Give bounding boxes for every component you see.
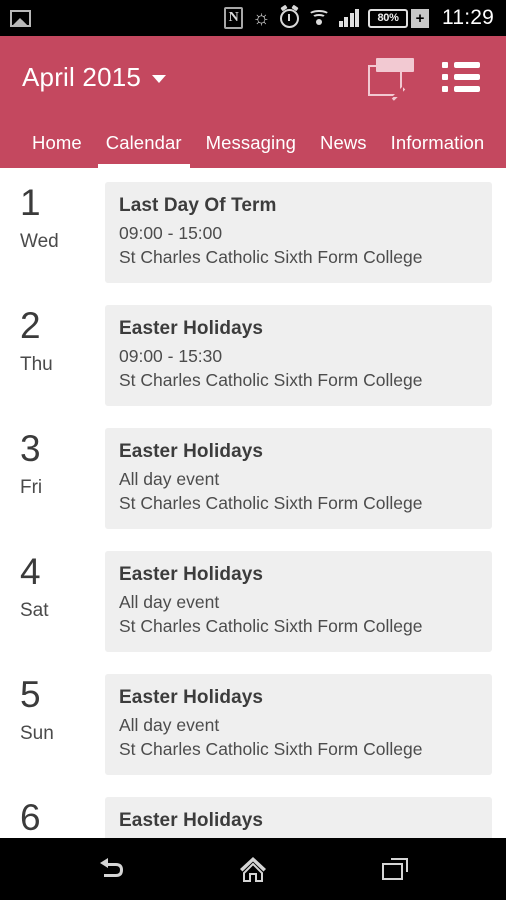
app-bar-actions [368,58,488,100]
event-title: Easter Holidays [119,318,264,339]
tab-information[interactable]: Information [379,132,497,168]
event-card[interactable]: Easter Holidays All day event St Charles… [105,797,492,838]
agenda-day-row: 5 Sun Easter Holidays All day event St C… [0,666,506,789]
event-time: All day event [119,592,220,612]
event-title: Easter Holidays [119,810,264,831]
recents-icon [382,858,408,880]
status-bar: N ☼ 80% + 11:29 [0,0,506,36]
event-time: All day event [119,715,220,735]
system-nav-bar [0,838,506,900]
date-weekday: Fri [20,476,43,498]
app-root: N ☼ 80% + 11:29 April 2015 Home Calendar… [0,0,506,900]
event-card[interactable]: Easter Holidays All day event St Charles… [105,674,492,775]
event-title: Easter Holidays [119,687,264,708]
date-weekday: Thu [20,353,53,375]
battery-charging-icon: + [411,8,429,28]
date-column: 3 Fri [0,420,105,497]
nfc-icon: N [224,7,244,29]
home-icon [240,857,266,882]
event-title: Easter Holidays [119,564,264,585]
recents-button[interactable] [363,847,427,891]
date-column: 5 Sun [0,666,105,743]
calendar-view-button[interactable] [368,58,414,100]
event-time: All day event [119,469,220,489]
event-location: St Charles Catholic Sixth Form College [119,247,423,267]
date-number: 1 [20,182,41,223]
page-title: April 2015 [22,61,142,92]
chevron-down-icon [152,75,167,83]
app-bar: April 2015 Home Calendar Messaging News … [0,36,506,168]
date-column: 2 Thu [0,297,105,374]
agenda-day-row: 3 Fri Easter Holidays All day event St C… [0,420,506,543]
back-button[interactable] [79,847,143,891]
app-bar-top: April 2015 [0,36,506,118]
back-arrow-icon [100,858,123,877]
tab-calendar[interactable]: Calendar [94,132,194,168]
date-number: 5 [20,674,41,715]
tab-home[interactable]: Home [20,132,94,168]
date-number: 2 [20,305,41,346]
agenda-day-row: 4 Sat Easter Holidays All day event St C… [0,543,506,666]
agenda-day-row: 2 Thu Easter Holidays 09:00 - 15:30 St C… [0,297,506,420]
event-card[interactable]: Easter Holidays 09:00 - 15:30 St Charles… [105,305,492,406]
event-card[interactable]: Easter Holidays All day event St Charles… [105,551,492,652]
event-location: St Charles Catholic Sixth Form College [119,739,423,759]
alarm-icon [279,8,299,28]
event-location: St Charles Catholic Sixth Form College [119,493,423,513]
date-number: 4 [20,551,41,592]
month-selector[interactable]: April 2015 [22,61,167,93]
date-weekday: Sun [20,722,54,744]
tab-bar: Home Calendar Messaging News Information [0,118,506,168]
event-card[interactable]: Last Day Of Term 09:00 - 15:00 St Charle… [105,182,492,283]
date-weekday: Wed [20,230,59,252]
date-column: 1 Wed [0,174,105,251]
date-column: 6 Mon [0,789,105,838]
list-view-button[interactable] [442,62,480,92]
date-number: 6 [20,797,41,838]
agenda-list[interactable]: 1 Wed Last Day Of Term 09:00 - 15:00 St … [0,168,506,838]
event-time: 09:00 - 15:00 [119,223,223,243]
battery-indicator: 80% + [368,8,429,28]
event-location: St Charles Catholic Sixth Form College [119,616,423,636]
tab-news[interactable]: News [308,132,379,168]
event-time: 09:00 - 15:30 [119,346,223,366]
home-button[interactable] [221,847,285,891]
event-title: Easter Holidays [119,441,264,462]
status-bar-right: N ☼ 80% + 11:29 [224,6,494,30]
status-bar-left [10,9,31,27]
date-number: 3 [20,428,41,469]
photo-icon [10,9,31,27]
event-title: Last Day Of Term [119,195,277,216]
wifi-icon [307,9,330,27]
agenda-day-row: 1 Wed Last Day Of Term 09:00 - 15:00 St … [0,174,506,297]
event-location: St Charles Catholic Sixth Form College [119,370,423,390]
status-bar-clock: 11:29 [442,6,494,29]
event-card[interactable]: Easter Holidays All day event St Charles… [105,428,492,529]
date-column: 4 Sat [0,543,105,620]
date-weekday: Sat [20,599,49,621]
bluetooth-icon: ☼ [252,7,271,29]
tab-messaging[interactable]: Messaging [194,132,308,168]
signal-strength-icon [338,9,359,27]
battery-level-label: 80% [368,8,408,28]
agenda-day-row: 6 Mon Easter Holidays All day event St C… [0,789,506,838]
